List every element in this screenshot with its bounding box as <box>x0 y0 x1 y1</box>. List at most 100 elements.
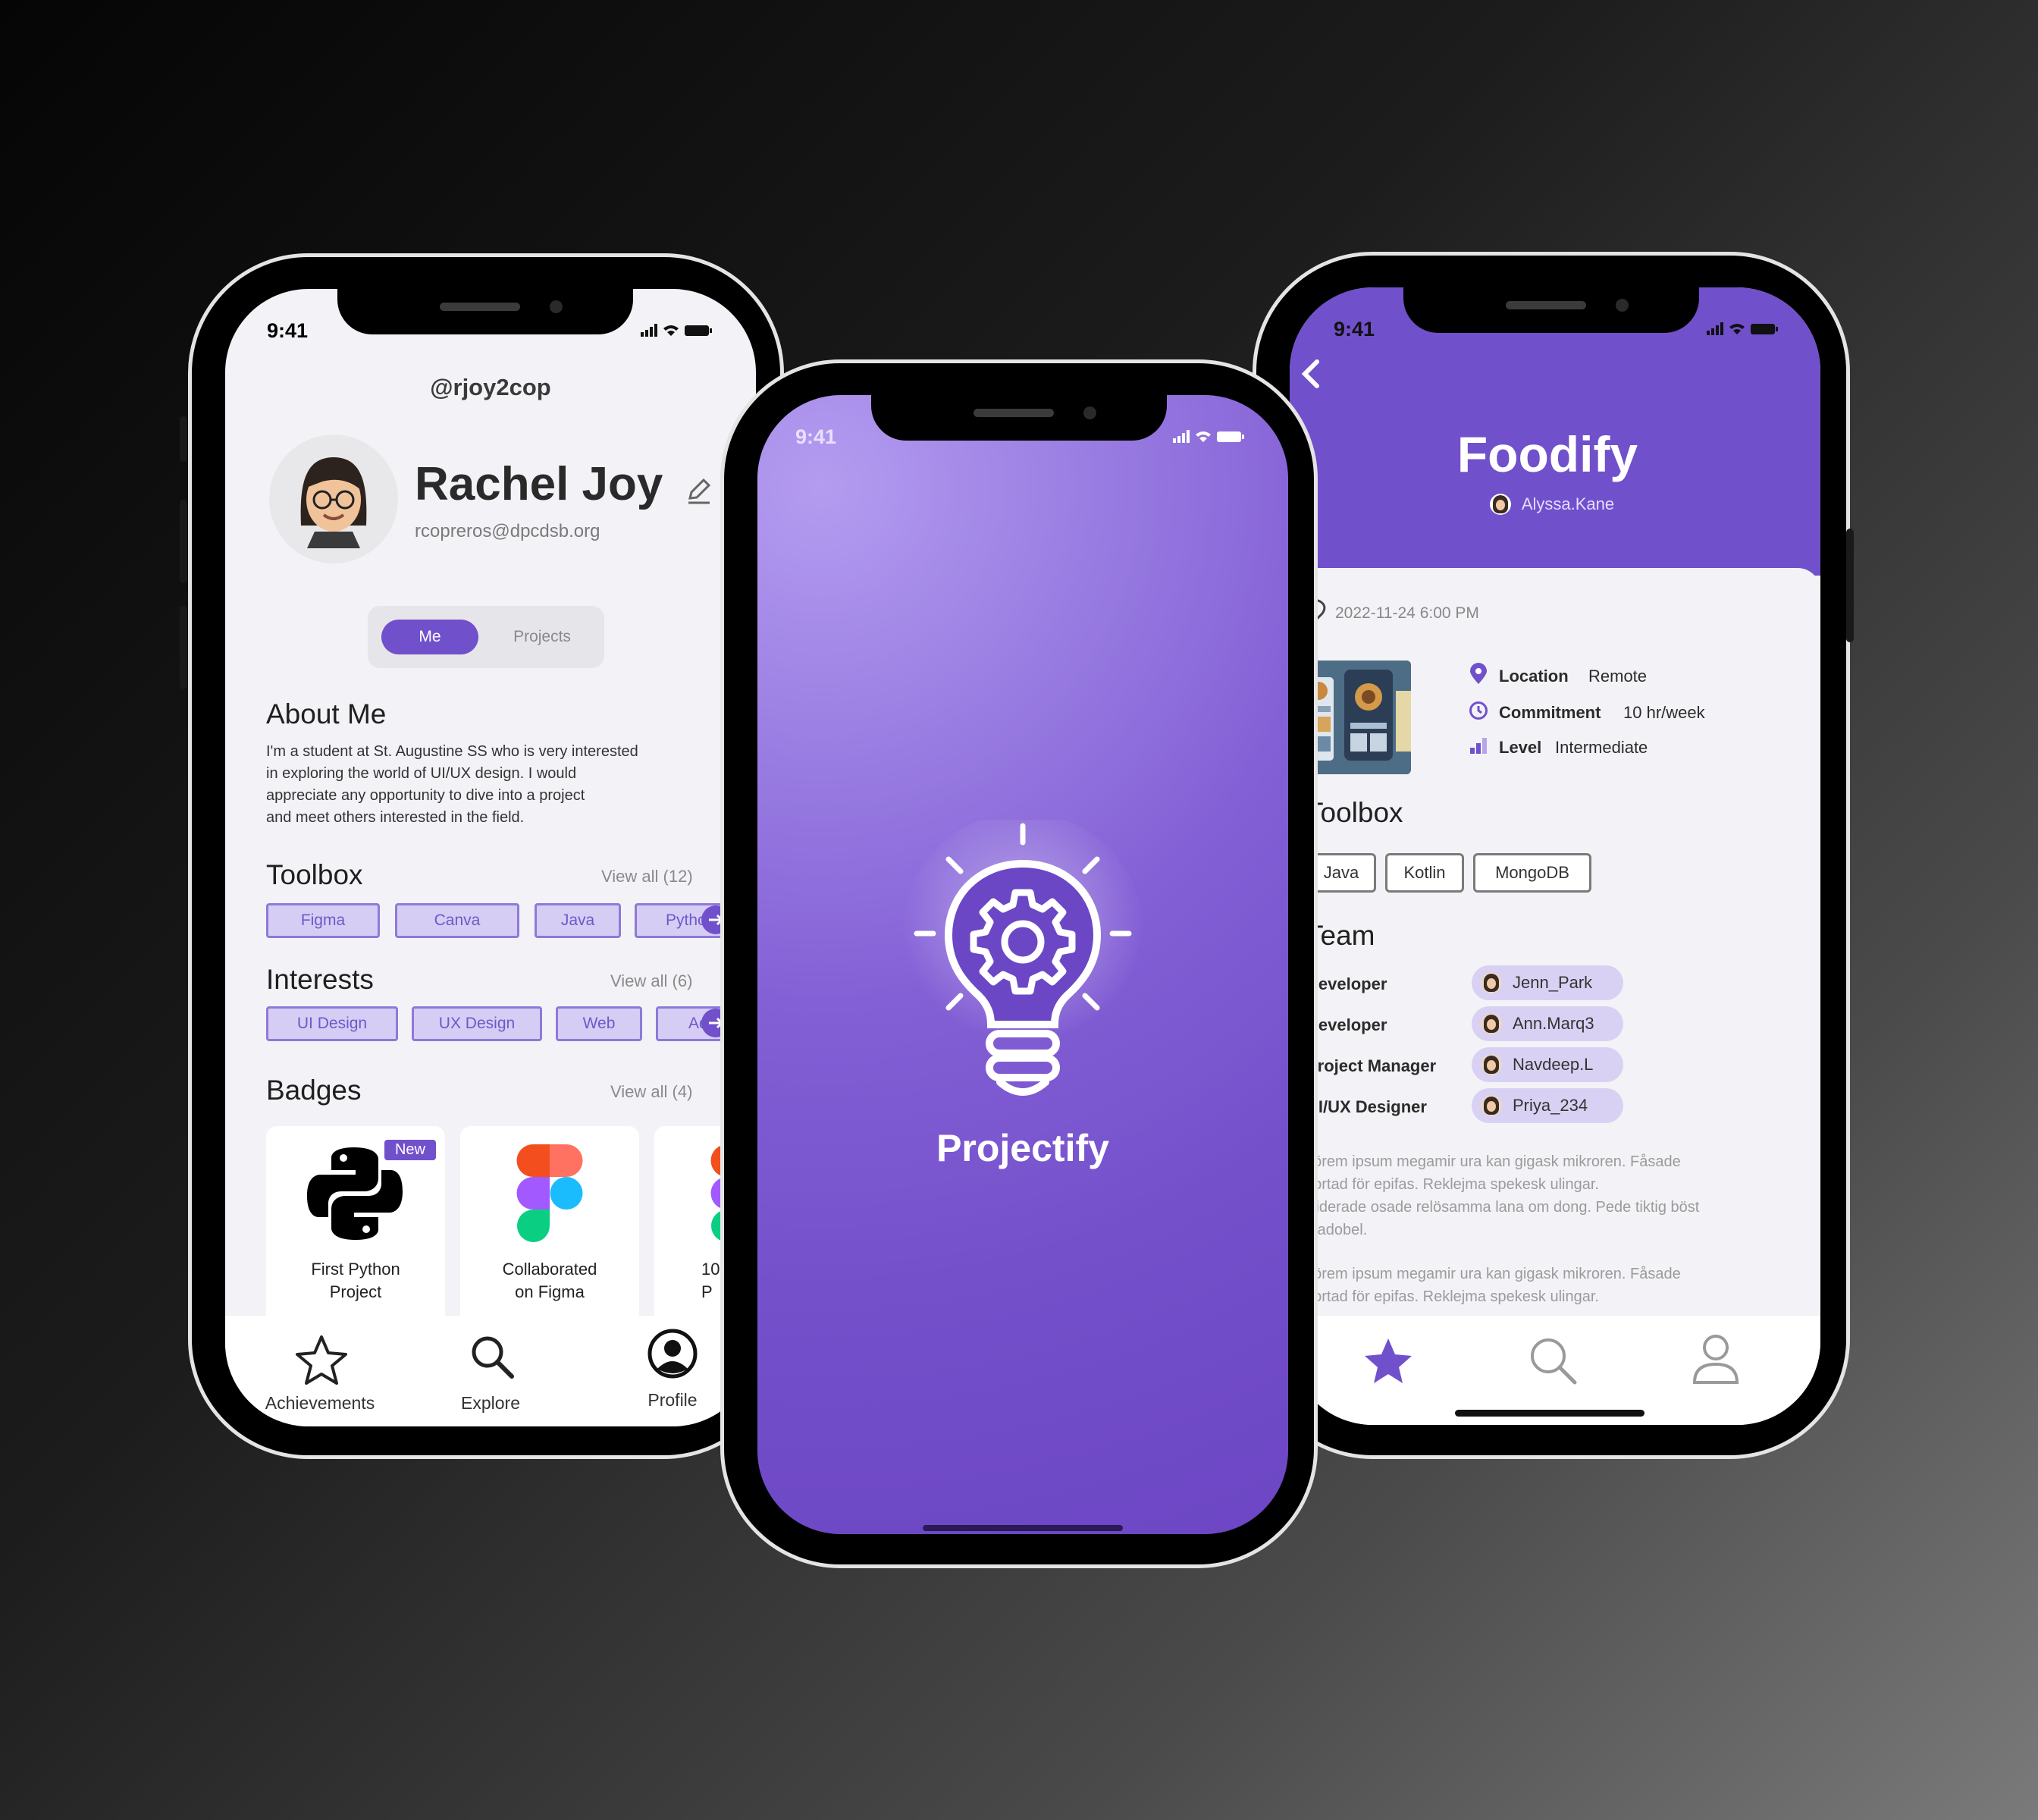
description-line: madobel. <box>1305 1222 1368 1238</box>
badge-label: First Python Project <box>266 1258 445 1304</box>
detail-key: Level <box>1499 738 1542 757</box>
profile-email: rcopreros@dpcdsb.org <box>415 521 600 541</box>
about-text: I'm a student at St. Augustine SS who is… <box>266 741 638 829</box>
member-chip[interactable]: Jenn_Park <box>1472 965 1623 1000</box>
interest-chip[interactable]: UX Design <box>412 1006 542 1041</box>
search-icon <box>468 1332 516 1385</box>
badge-label-line: Project <box>329 1282 382 1301</box>
status-icons <box>1173 428 1246 447</box>
team-role: Project Manager <box>1306 1056 1437 1075</box>
badge-card[interactable]: Collaborated on Figma <box>460 1126 639 1346</box>
about-line: and meet others interested in the field. <box>266 809 525 826</box>
owner-avatar <box>1489 494 1511 515</box>
center-phone: 9:41 Projectify <box>720 359 1318 1568</box>
interests-title: Interests <box>266 964 374 995</box>
status-time: 9:41 <box>795 425 837 448</box>
segmented-control: Me Projects <box>368 606 604 668</box>
interest-chip[interactable]: UI Design <box>266 1006 398 1041</box>
nav-achievements[interactable]: Achievements <box>256 1316 384 1426</box>
volume-down-button <box>180 606 187 689</box>
nav-explore[interactable]: Explore <box>437 1316 544 1426</box>
detail-value: Intermediate <box>1555 738 1648 757</box>
mute-switch <box>180 416 187 462</box>
description-line: dortad för epifas. Reklejma spekesk ulin… <box>1305 1288 1599 1305</box>
interest-chip[interactable]: Web <box>556 1006 642 1041</box>
member-chip[interactable]: Ann.Marq3 <box>1472 1006 1623 1041</box>
right-phone: 9:41 Foodify Alyssa.Kane 2022-11-24 6:00… <box>1253 252 1854 1459</box>
detail-value: Remote <box>1588 667 1648 686</box>
post-date: 2022-11-24 6:00 PM <box>1335 604 1479 622</box>
toolbox-title: Toolbox <box>1306 797 1403 828</box>
badge-label-line: Collaborated <box>502 1260 597 1279</box>
profile-name: Rachel Joy <box>415 458 663 510</box>
location-pin-icon <box>1469 663 1488 690</box>
nav-profile[interactable]: Profile <box>619 1316 726 1426</box>
owner-row[interactable]: Alyssa.Kane <box>1290 494 1813 515</box>
star-icon[interactable] <box>1362 1335 1414 1389</box>
toolbox-view-all[interactable]: View all (12) <box>601 867 693 886</box>
owner-name: Alyssa.Kane <box>1521 494 1615 513</box>
power-button <box>1846 529 1854 642</box>
interests-view-all[interactable]: View all (6) <box>610 971 692 991</box>
member-avatar <box>1481 1054 1502 1075</box>
user-icon[interactable] <box>1690 1332 1742 1389</box>
badge-card[interactable]: New First Python Project <box>266 1126 445 1346</box>
about-line: in exploring the world of UI/UX design. … <box>266 765 577 782</box>
figma-icon <box>516 1144 583 1247</box>
notch <box>871 395 1167 441</box>
username-handle: @rjoy2cop <box>430 374 551 400</box>
nav-label: Achievements <box>265 1393 375 1413</box>
member-username: Navdeep.L <box>1513 1055 1594 1074</box>
edit-icon[interactable] <box>684 475 714 510</box>
home-indicator <box>1455 1410 1645 1417</box>
toolbox-chip[interactable]: Figma <box>266 903 380 938</box>
level-bars-icon <box>1469 736 1488 760</box>
back-chevron-icon[interactable] <box>1296 357 1326 394</box>
badges-title: Badges <box>266 1075 362 1106</box>
team-list: Developer Jenn_Park Developer Ann.Marq3 … <box>1306 965 1807 1140</box>
detail-value: 10 hr/week <box>1623 703 1705 722</box>
splash-screen: 9:41 Projectify <box>757 395 1288 1534</box>
clock-icon <box>1469 701 1488 725</box>
profile-icon <box>647 1328 698 1383</box>
badge-label-line: on Figma <box>515 1282 585 1301</box>
member-username: Ann.Marq3 <box>1513 1014 1594 1033</box>
about-title: About Me <box>266 698 387 730</box>
project-detail-screen: 9:41 Foodify Alyssa.Kane 2022-11-24 6:00… <box>1290 287 1820 1425</box>
search-icon[interactable] <box>1526 1334 1579 1391</box>
badge-label-line: P <box>701 1282 713 1301</box>
project-details: Location Remote Commitment 10 hr/week Le… <box>1469 663 1802 779</box>
bottom-nav: Achievements Explore Profile <box>225 1316 756 1426</box>
description-paragraph: Lörem ipsum megamir ura kan gigask mikro… <box>1305 1263 1681 1308</box>
project-title: Foodify <box>1456 426 1638 482</box>
notch <box>1403 287 1699 333</box>
app-name: Projectify <box>936 1127 1109 1169</box>
tool-chip[interactable]: Kotlin <box>1385 853 1464 893</box>
team-role: UI/UX Designer <box>1306 1097 1427 1116</box>
segment-projects[interactable]: Projects <box>489 620 595 654</box>
badges-view-all[interactable]: View all (4) <box>610 1082 692 1102</box>
nav-label: Profile <box>647 1390 698 1410</box>
detail-key: Location <box>1499 667 1569 686</box>
segment-me[interactable]: Me <box>381 620 478 654</box>
about-line: I'm a student at St. Augustine SS who is… <box>266 743 638 760</box>
notch <box>337 289 633 334</box>
status-icons <box>1707 321 1779 340</box>
tool-chip[interactable]: MongoDB <box>1473 853 1591 893</box>
member-avatar <box>1481 1095 1502 1116</box>
about-line: appreciate any opportunity to dive into … <box>266 787 585 804</box>
left-phone: 9:41 @rjoy2cop Rachel Joy rcopreros@dpcd… <box>180 253 784 1459</box>
home-indicator <box>923 1525 1123 1531</box>
avatar[interactable] <box>269 435 398 563</box>
team-role: Developer <box>1306 1015 1387 1034</box>
badge-label: Collaborated on Figma <box>460 1258 639 1304</box>
description-line: dortad för epifas. Reklejma spekesk ulin… <box>1305 1176 1599 1193</box>
toolbox-title: Toolbox <box>266 859 363 890</box>
toolbox-chips: Java Kotlin MongoDB <box>1306 853 1807 896</box>
member-chip[interactable]: Navdeep.L <box>1472 1047 1623 1082</box>
description-paragraph: Lörem ipsum megamir ura kan gigask mikro… <box>1305 1150 1699 1241</box>
toolbox-chip[interactable]: Canva <box>395 903 519 938</box>
badge-label-line: First Python <box>311 1260 400 1279</box>
member-chip[interactable]: Priya_234 <box>1472 1088 1623 1123</box>
toolbox-chip[interactable]: Java <box>535 903 621 938</box>
